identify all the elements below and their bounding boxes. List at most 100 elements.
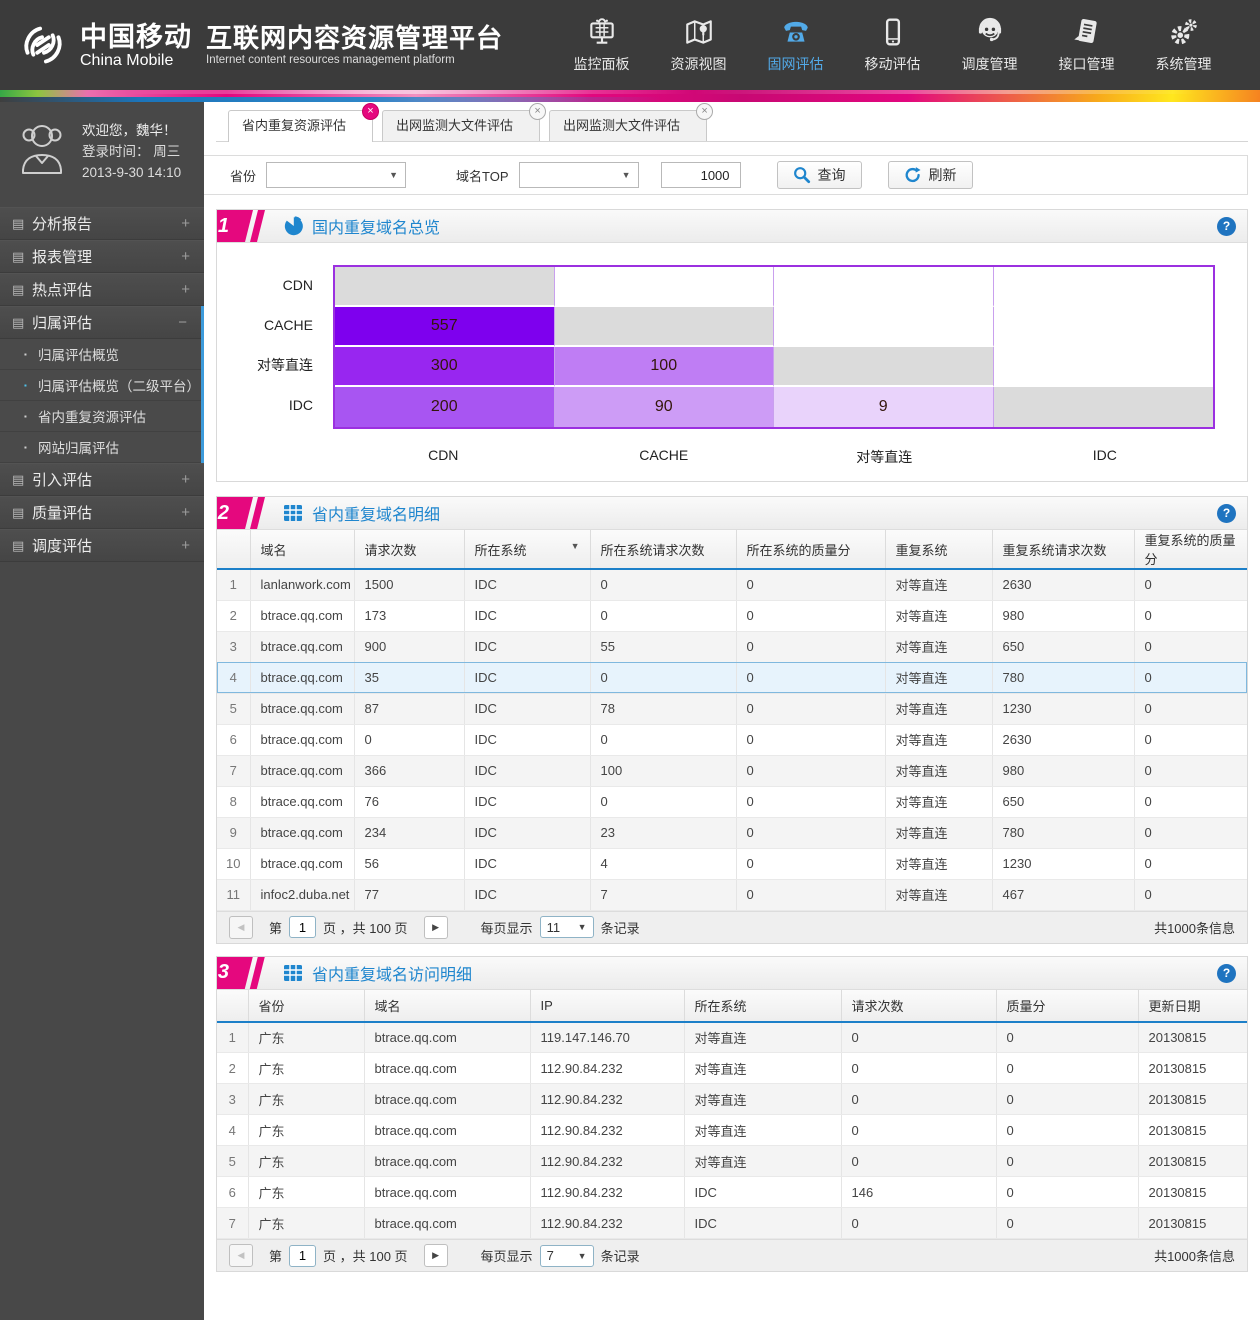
table-row[interactable]: 5 广东 btrace.qq.com 112.90.84.232 对等直连 0 … (217, 1146, 1247, 1177)
col-system: 所在系统 (684, 990, 841, 1022)
panel2-title: 省内重复域名明细 (312, 501, 440, 525)
table-row[interactable]: 2 广东 btrace.qq.com 112.90.84.232 对等直连 0 … (217, 1053, 1247, 1084)
expand-plus-icon[interactable]: + (181, 281, 190, 298)
col-ip: IP (530, 990, 684, 1022)
table-row[interactable]: 1 lanlanwork.com 1500 IDC 0 0 对等直连 2630 … (217, 569, 1247, 600)
sidebar-subitem-attribution-overview-l2[interactable]: ▪ 归属评估概览（二级平台） (0, 370, 201, 401)
sidebar-menu: ▤ 分析报告 + ▤ 报表管理 + ▤ 热点评估 + ▤ 归属评估 − (0, 207, 204, 562)
table-row[interactable]: 1 广东 btrace.qq.com 119.147.146.70 对等直连 0… (217, 1022, 1247, 1053)
table-row[interactable]: 2 btrace.qq.com 173 IDC 0 0 对等直连 980 0 (217, 600, 1247, 631)
sidebar-item-quality-eval[interactable]: ▤ 质量评估 + (0, 496, 204, 529)
heatmap-cell: 9 (774, 387, 994, 427)
close-icon[interactable]: × (362, 103, 379, 120)
table-row[interactable]: 3 广东 btrace.qq.com 112.90.84.232 对等直连 0 … (217, 1084, 1247, 1115)
section-number-badge: 1 (217, 210, 253, 243)
badge-stripe (250, 210, 265, 243)
sidebar-subitem-website-attribution-eval[interactable]: ▪ 网站归属评估 (0, 432, 201, 463)
col-duplicate-request-count: 重复系统请求次数 (992, 530, 1134, 569)
page-size-select[interactable]: 7 ▼ (540, 1245, 594, 1267)
help-icon[interactable]: ? (1217, 217, 1236, 236)
nav-item-dispatch-mgmt[interactable]: 调度管理 (941, 16, 1038, 74)
heatmap-cell (994, 387, 1214, 427)
col-quality-score: 质量分 (996, 990, 1138, 1022)
heatmap-cell (335, 267, 555, 307)
expand-plus-icon[interactable]: + (181, 537, 190, 554)
heatmap-cell (774, 347, 994, 387)
heatmap-cell (994, 347, 1214, 387)
table-row[interactable]: 7 广东 btrace.qq.com 112.90.84.232 IDC 0 0… (217, 1208, 1247, 1239)
table-row[interactable]: 6 btrace.qq.com 0 IDC 0 0 对等直连 2630 0 (217, 724, 1247, 755)
nav-label: 资源视图 (671, 54, 727, 74)
nav-label: 固网评估 (768, 54, 824, 74)
sidebar-item-hotspot-eval[interactable]: ▤ 热点评估 + (0, 273, 204, 306)
nav-item-mobile-eval[interactable]: 移动评估 (844, 16, 941, 74)
welcome-text: 欢迎您，魏华！ (82, 120, 181, 141)
top-count-input[interactable] (661, 162, 741, 188)
sidebar-subitem-attribution-overview[interactable]: ▪ 归属评估概览 (0, 339, 201, 370)
table-row[interactable]: 5 btrace.qq.com 87 IDC 78 0 对等直连 1230 0 (217, 693, 1247, 724)
sidebar-item-analysis-report[interactable]: ▤ 分析报告 + (0, 207, 204, 240)
user-info: 欢迎您，魏华！ 登录时间： 周三 2013-9-30 14:10 (82, 118, 181, 183)
page-number-input[interactable] (289, 1245, 316, 1267)
table-row[interactable]: 3 btrace.qq.com 900 IDC 55 0 对等直连 650 0 (217, 631, 1247, 662)
heatmap-cell: 300 (335, 347, 555, 387)
tab-outbound-bigfile-eval-1[interactable]: 出网监测大文件评估 × (382, 110, 540, 141)
nav-item-fixed-net-eval[interactable]: 固网评估 (747, 16, 844, 74)
page-size-select[interactable]: 11 ▼ (540, 916, 594, 938)
table-row[interactable]: 11 infoc2.duba.net 77 IDC 7 0 对等直连 467 0 (217, 879, 1247, 910)
domain-top-select[interactable]: ▼ (519, 162, 639, 188)
tab-bar: 省内重复资源评估 × 出网监测大文件评估 × 出网监测大文件评估 × (216, 102, 1248, 142)
prev-page-button[interactable]: ◀ (229, 916, 253, 939)
expand-plus-icon[interactable]: + (181, 504, 190, 521)
total-records: 共1000条信息 (1154, 1246, 1235, 1265)
duplicate-domain-heatmap: CDN CACHE 对等直连 IDC 557 30 (217, 243, 1247, 481)
chevron-down-icon[interactable]: ▼ (571, 541, 580, 551)
sidebar-subitem-province-duplicate-eval[interactable]: ▪ 省内重复资源评估 (0, 401, 201, 432)
search-button[interactable]: 查询 (777, 161, 862, 189)
close-icon[interactable]: × (529, 103, 546, 120)
sidebar-item-report-mgmt[interactable]: ▤ 报表管理 + (0, 240, 204, 273)
brand-ribbon (0, 90, 1260, 102)
prev-page-button[interactable]: ◀ (229, 1244, 253, 1267)
help-icon[interactable]: ? (1217, 504, 1236, 523)
table-row[interactable]: 10 btrace.qq.com 56 IDC 4 0 对等直连 1230 0 (217, 848, 1247, 879)
total-records: 共1000条信息 (1154, 918, 1235, 937)
brand-name: 中国移动 China Mobile (80, 22, 192, 69)
sidebar-item-dispatch-eval[interactable]: ▤ 调度评估 + (0, 529, 204, 562)
refresh-button[interactable]: 刷新 (888, 161, 973, 189)
next-page-button[interactable]: ▶ (424, 916, 448, 939)
help-icon[interactable]: ? (1217, 964, 1236, 983)
tab-province-duplicate-eval[interactable]: 省内重复资源评估 × (228, 110, 373, 142)
next-page-button[interactable]: ▶ (424, 1244, 448, 1267)
bullet-icon: ▪ (24, 350, 38, 359)
tab-outbound-bigfile-eval-2[interactable]: 出网监测大文件评估 × (549, 110, 707, 141)
close-icon[interactable]: × (696, 103, 713, 120)
table-row[interactable]: 4 btrace.qq.com 35 IDC 0 0 对等直连 780 0 (217, 662, 1247, 693)
nav-item-interface-mgmt[interactable]: 接口管理 (1038, 16, 1135, 74)
visit-detail-table: 省份 域名 IP 所在系统 请求次数 质量分 更新日期 1 广东 (217, 990, 1247, 1240)
table-row[interactable]: 9 btrace.qq.com 234 IDC 23 0 对等直连 780 0 (217, 817, 1247, 848)
expand-plus-icon[interactable]: + (181, 248, 190, 265)
sidebar-item-introduction-eval[interactable]: ▤ 引入评估 + (0, 463, 204, 496)
sidebar-item-attribution-eval[interactable]: ▤ 归属评估 − (0, 306, 201, 339)
collapse-minus-icon[interactable]: − (178, 314, 187, 331)
table-row[interactable]: 8 btrace.qq.com 76 IDC 0 0 对等直连 650 0 (217, 786, 1247, 817)
doc-icon: ▤ (12, 505, 32, 521)
section-number-badge: 2 (217, 497, 253, 530)
table-row[interactable]: 4 广东 btrace.qq.com 112.90.84.232 对等直连 0 … (217, 1115, 1247, 1146)
nav-item-monitor[interactable]: 监控面板 (553, 16, 650, 74)
brand-name-cn: 中国移动 (80, 22, 192, 52)
page-number-input[interactable] (289, 916, 316, 938)
col-system: 所在系统▼ (464, 530, 590, 569)
expand-plus-icon[interactable]: + (181, 471, 190, 488)
table-row[interactable]: 6 广东 btrace.qq.com 112.90.84.232 IDC 146… (217, 1177, 1247, 1208)
telephone-icon (780, 16, 812, 48)
doc-icon: ▤ (12, 249, 32, 265)
table-icon (283, 963, 303, 983)
nav-item-system-mgmt[interactable]: 系统管理 (1135, 16, 1232, 74)
table-row[interactable]: 7 btrace.qq.com 366 IDC 100 0 对等直连 980 0 (217, 755, 1247, 786)
nav-item-resource-view[interactable]: 资源视图 (650, 16, 747, 74)
province-select[interactable]: ▼ (266, 162, 406, 188)
expand-plus-icon[interactable]: + (181, 215, 190, 232)
nav-label: 移动评估 (865, 54, 921, 74)
